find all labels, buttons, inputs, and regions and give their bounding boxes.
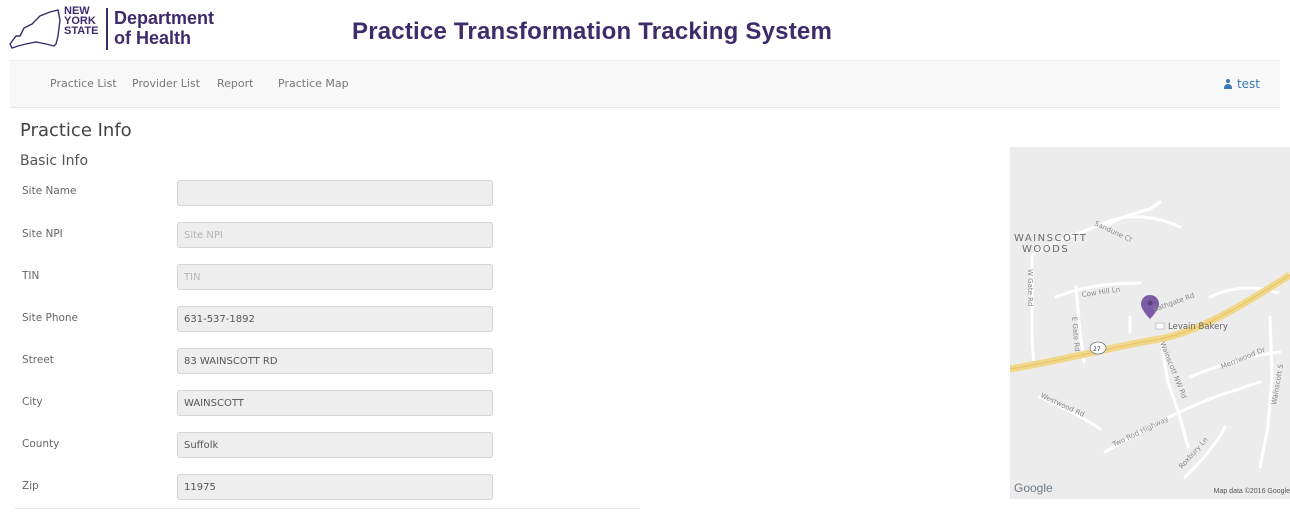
label-site-name: Site Name [22,185,77,197]
nav-practice-list[interactable]: Practice List [50,77,117,90]
logo-line-state: STATE [64,25,99,37]
dept-line-2: of Health [114,28,192,48]
site-phone-input[interactable] [177,306,493,332]
logo-divider [106,8,108,50]
map-street-label-w-gate: W Gate Rd [1026,269,1034,306]
map-roads: Sandune Ct W Gate Rd Cow Hill Ln E Gate … [1010,200,1290,479]
map-street-label-merriwood: Merriwood Dr [1220,346,1267,371]
map-area-label: WAINSCOTT WOODS [1014,233,1087,255]
label-street: Street [22,354,54,366]
nys-doh-logo[interactable]: NEW YORK STATE Department of Health [6,4,236,56]
form-divider [15,508,640,509]
user-menu[interactable]: test [1223,77,1260,91]
label-city: City [22,396,43,408]
new-york-state-outline-icon [9,9,61,49]
road-sandune [1103,200,1162,229]
user-name: test [1236,77,1260,91]
label-tin: TIN [22,270,40,282]
map-route-label-27: 27 [1093,346,1101,353]
county-input[interactable] [177,432,493,458]
practice-location-map[interactable]: Sandune Ct W Gate Rd Cow Hill Ln E Gate … [1010,147,1290,499]
zip-input[interactable] [177,474,493,500]
map-street-label-westwood: Westwood Rd [1039,392,1085,419]
street-input[interactable] [177,348,493,374]
road-wainscott-s [1258,315,1274,469]
page-header: NEW YORK STATE Department of Health Prac… [0,0,1290,58]
map-street-label-wainscott-nw: Wainscott NW Rd [1158,341,1188,400]
nav-provider-list[interactable]: Provider List [132,77,200,90]
department-name: Department of Health [114,8,214,48]
label-site-npi: Site NPI [22,228,63,240]
nys-wordmark: NEW YORK STATE [64,6,99,37]
city-input[interactable] [177,390,493,416]
map-attribution[interactable]: Map data ©2016 Google [1214,488,1290,495]
label-zip: Zip [22,480,39,492]
dept-line-1: Department [114,8,215,28]
tin-input[interactable] [177,264,493,290]
app-title: Practice Transformation Tracking System [352,18,832,45]
map-street-label-e-gate: E Gate Rd [1070,316,1081,352]
map-street-label-roxbury: Roxbury Ln [1178,436,1210,471]
site-name-input[interactable] [177,180,493,206]
label-site-phone: Site Phone [22,312,79,324]
map-street-label-two-rod: Two Rod Highway [1110,415,1169,449]
map-poi-label-levain: Levain Bakery [1168,322,1228,332]
section-title-basic-info: Basic Info [20,153,89,169]
bakery-icon [1155,322,1165,330]
map-area-line-1: WAINSCOTT [1014,233,1088,244]
google-logo[interactable]: Google [1014,481,1053,495]
nav-practice-map[interactable]: Practice Map [278,77,349,90]
label-county: County [22,438,60,450]
map-area-line-2: WOODS [1022,244,1070,255]
site-npi-input[interactable] [177,222,493,248]
user-icon [1223,79,1232,89]
main-navbar: Practice List Provider List Report Pract… [10,60,1280,108]
page-title: Practice Info [20,120,132,141]
nav-report[interactable]: Report [217,77,253,90]
